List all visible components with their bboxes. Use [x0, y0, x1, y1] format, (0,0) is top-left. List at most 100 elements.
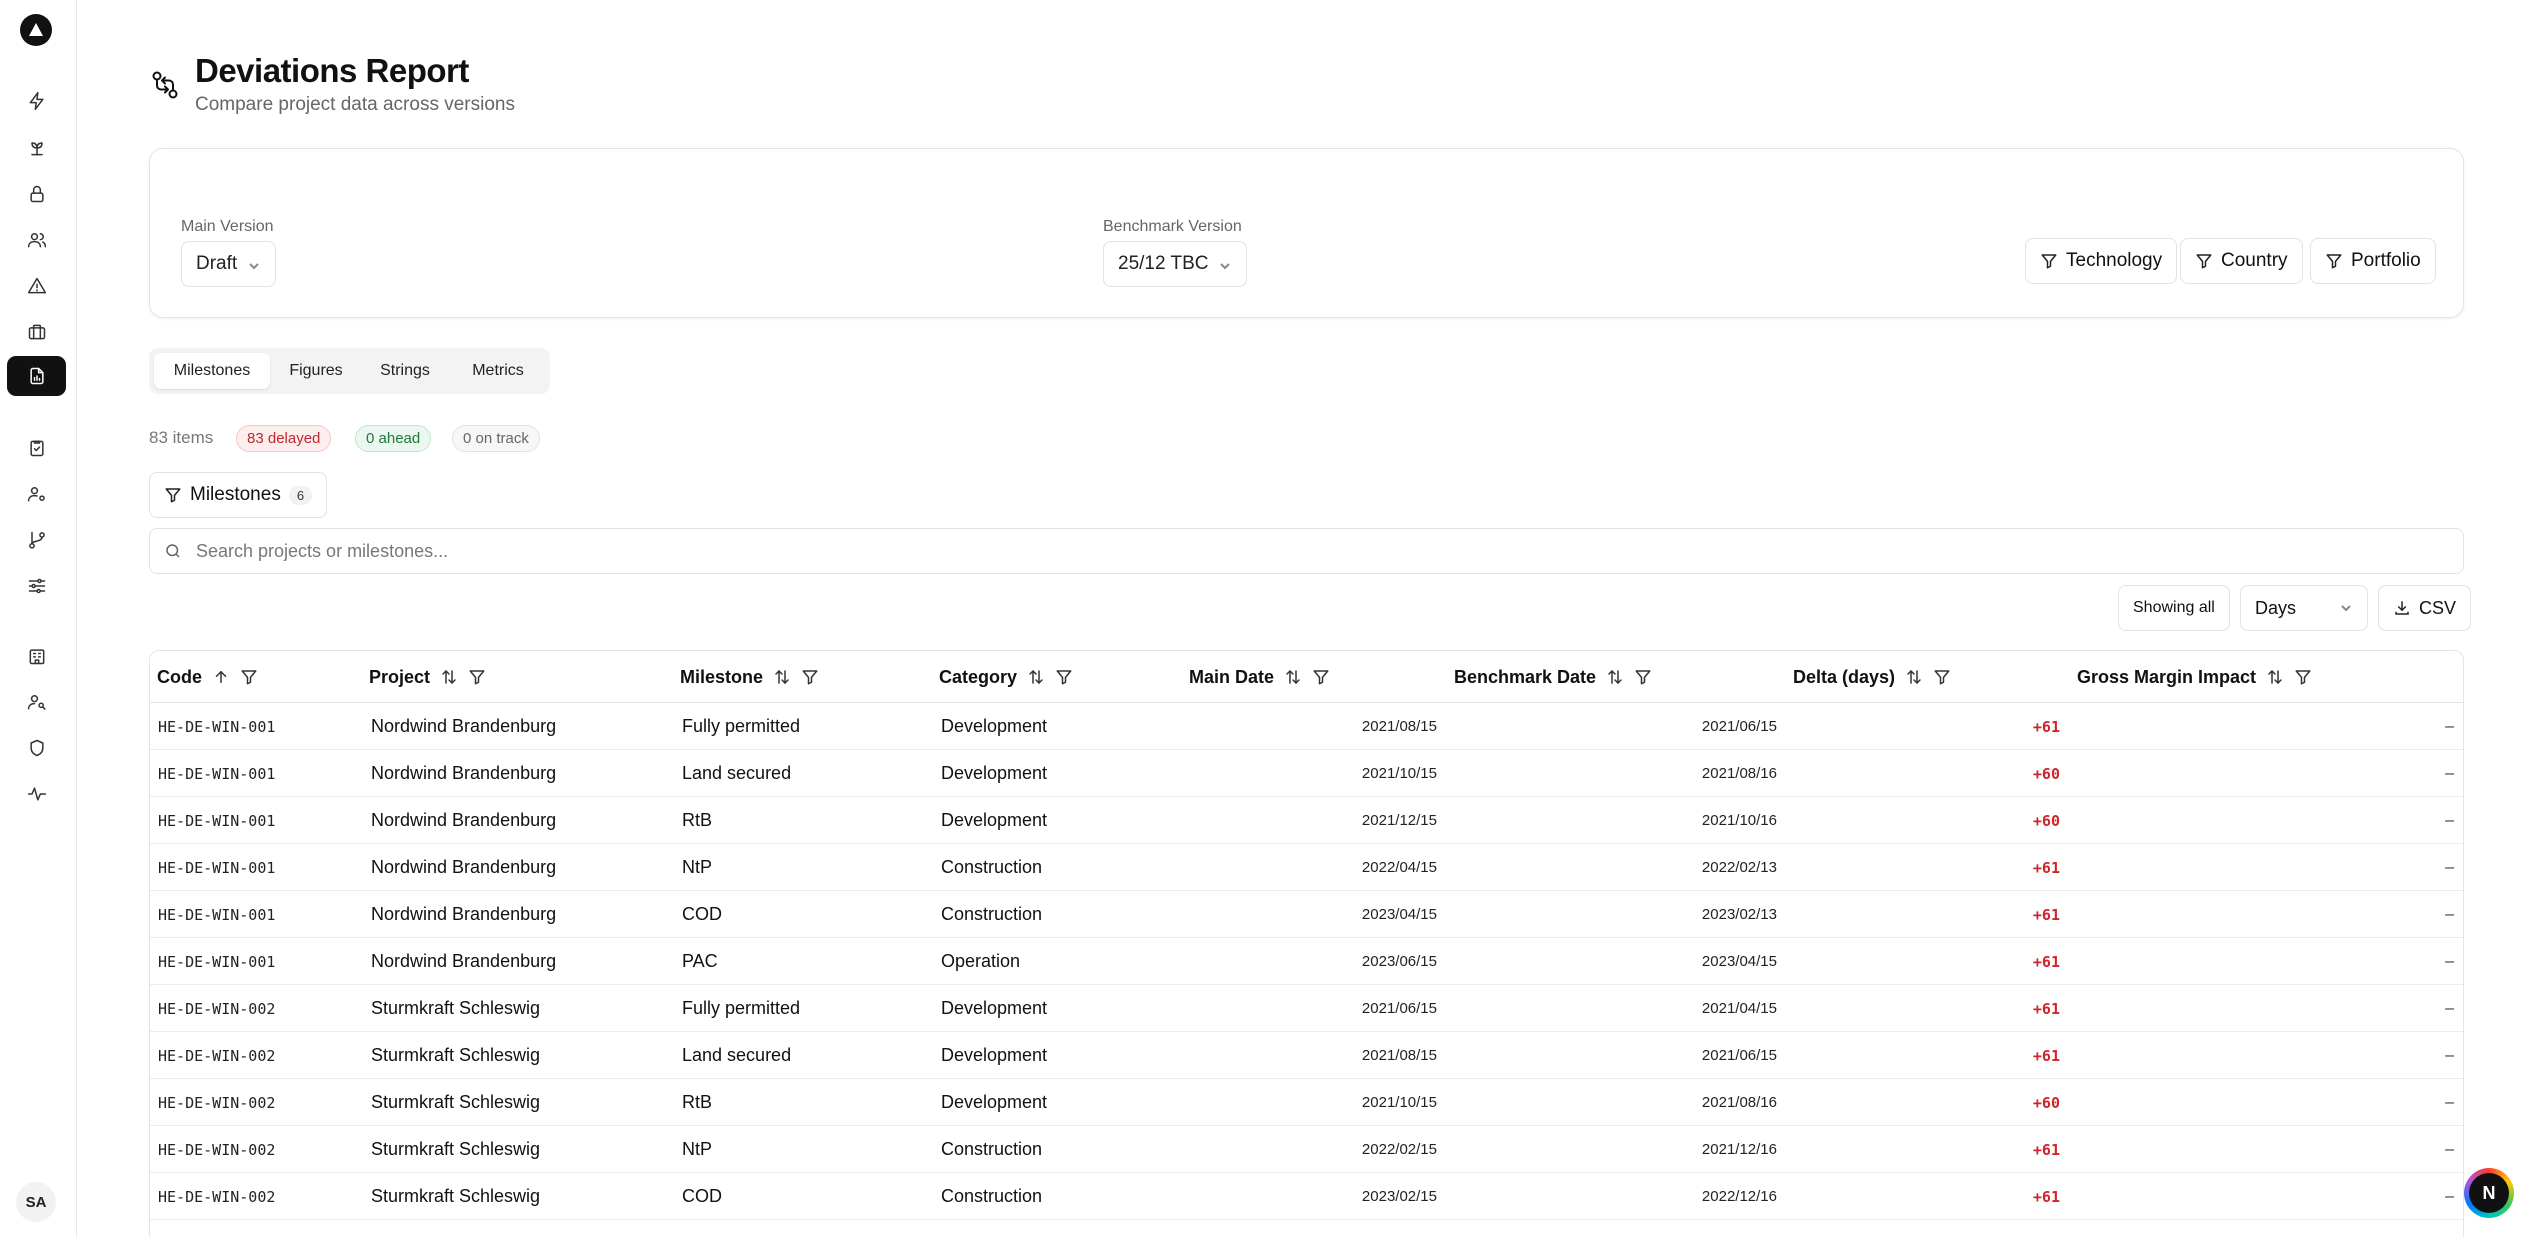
- table-row[interactable]: HE-DE-WIN-002 Sturmkraft Schleswig Fully p…: [150, 985, 2463, 1032]
- sort-icon[interactable]: [1027, 668, 1045, 686]
- cell-delta: +61: [2032, 1140, 2060, 1159]
- cell-category: Development: [941, 763, 1048, 783]
- nav-building-icon[interactable]: [20, 639, 53, 672]
- table-row[interactable]: HE-DE-WIN-001 Nordwind Brandenburg RtB Deve…: [150, 797, 2463, 844]
- sidebar: SA: [0, 0, 77, 1237]
- cell-benchmark-date: 2021/08/16: [1701, 765, 1777, 782]
- filter-icon[interactable]: [1055, 668, 1073, 686]
- nav-sprout-icon[interactable]: [20, 131, 53, 164]
- column-header-benchmark-date[interactable]: Benchmark Date: [1454, 651, 1652, 703]
- nav-lock-icon[interactable]: [20, 177, 53, 210]
- user-avatar[interactable]: SA: [16, 1182, 56, 1222]
- table-row[interactable]: HE-DE-WIN-001 Nordwind Brandenburg COD Cons…: [150, 891, 2463, 938]
- column-header-milestone[interactable]: Milestone: [680, 651, 819, 703]
- nav-users-icon[interactable]: [20, 223, 53, 256]
- items-count: 83 items: [149, 428, 214, 447]
- country-filter-button[interactable]: Country: [2180, 238, 2303, 284]
- sort-asc-icon[interactable]: [212, 668, 230, 686]
- nav-sliders-icon[interactable]: [20, 569, 53, 602]
- version-selector-card: Main Version Draft Benchmark Version 25/…: [149, 148, 2464, 318]
- column-header-project[interactable]: Project: [369, 651, 486, 703]
- nav-clipboard-check-icon[interactable]: [20, 431, 53, 464]
- csv-export-button[interactable]: CSV: [2378, 585, 2472, 631]
- column-header-delta[interactable]: Delta (days): [1793, 651, 1951, 703]
- sort-icon[interactable]: [2266, 668, 2284, 686]
- column-header-category[interactable]: Category: [939, 651, 1073, 703]
- main-version-label: Main Version: [181, 218, 274, 235]
- sort-icon[interactable]: [1606, 668, 1624, 686]
- sort-icon[interactable]: [1284, 668, 1302, 686]
- table-row[interactable]: HE-DE-WIN-002 Sturmkraft Schleswig Land se…: [150, 1032, 2463, 1079]
- filter-icon[interactable]: [468, 668, 486, 686]
- portfolio-filter-button[interactable]: Portfolio: [2310, 238, 2436, 284]
- search-input[interactable]: [196, 540, 2396, 562]
- logo-triangle-icon: [29, 23, 43, 36]
- sort-icon[interactable]: [440, 668, 458, 686]
- cell-milestone: Land secured: [682, 763, 792, 783]
- filter-icon[interactable]: [1634, 668, 1652, 686]
- filter-icon[interactable]: [2294, 668, 2312, 686]
- nav-report-icon[interactable]: [7, 356, 66, 396]
- table-row[interactable]: HE-DE-WIN-002 Sturmkraft Schleswig RtB Deve…: [150, 1079, 2463, 1126]
- cell-gross-margin-impact: –: [2445, 1093, 2454, 1111]
- unit-select[interactable]: Days: [2240, 585, 2368, 631]
- cell-gross-margin-impact: –: [2445, 764, 2454, 782]
- filter-icon[interactable]: [801, 668, 819, 686]
- search-box: [149, 528, 2464, 574]
- filter-icon[interactable]: [1933, 668, 1951, 686]
- sort-icon[interactable]: [773, 668, 791, 686]
- table-row[interactable]: HE-DE-WIN-001 Nordwind Brandenburg Land se…: [150, 750, 2463, 797]
- column-header-code[interactable]: Code: [157, 651, 258, 703]
- nav-git-branch-icon[interactable]: [20, 523, 53, 556]
- cell-gross-margin-impact: –: [2445, 999, 2454, 1017]
- cell-delta: +61: [2032, 905, 2060, 924]
- sort-icon[interactable]: [1905, 668, 1923, 686]
- milestones-filter-label: Milestones: [190, 484, 281, 505]
- portfolio-filter-label: Portfolio: [2351, 250, 2421, 271]
- cell-main-date: 2023/02/15: [1361, 1188, 1437, 1205]
- cell-delta: +61: [2032, 999, 2060, 1018]
- table-row[interactable]: HE-DE-WIN-001 Nordwind Brandenburg PAC Oper…: [150, 938, 2463, 985]
- nav-user-settings-icon[interactable]: [20, 477, 53, 510]
- nav-pulse-icon[interactable]: [20, 777, 53, 810]
- showing-all-button[interactable]: Showing all: [2118, 585, 2230, 631]
- cell-benchmark-date: 2021/12/16: [1701, 1141, 1777, 1158]
- benchmark-version-select[interactable]: 25/12 TBC: [1103, 241, 1248, 287]
- table-row[interactable]: HE-DE-WIN-001 Nordwind Brandenburg NtP Cons…: [150, 844, 2463, 891]
- page-subtitle: Compare project data across versions: [195, 94, 515, 115]
- download-icon: [2395, 601, 2409, 615]
- column-header-main-date[interactable]: Main Date: [1189, 651, 1330, 703]
- cell-milestone: NtP: [682, 857, 713, 877]
- cell-benchmark-date: 2021/08/16: [1701, 1094, 1777, 1111]
- column-header-gross-margin-impact[interactable]: Gross Margin Impact: [2077, 651, 2312, 703]
- filter-icon[interactable]: [240, 668, 258, 686]
- table-row[interactable]: HE-DE-WIN-001 Nordwind Brandenburg Fully p…: [150, 703, 2463, 750]
- nav-shield-icon[interactable]: [20, 731, 53, 764]
- main-version-select[interactable]: Draft: [181, 241, 277, 287]
- app-logo[interactable]: [20, 14, 52, 46]
- table-row[interactable]: HE-DE-WIN-002 Sturmkraft Schleswig NtP Cons…: [150, 1126, 2463, 1173]
- nav-activity-icon[interactable]: [20, 84, 53, 117]
- cell-benchmark-date: 2023/02/13: [1701, 906, 1777, 923]
- cell-delta: +60: [2032, 811, 2060, 830]
- cell-project: Nordwind Brandenburg: [371, 951, 557, 971]
- filter-icon[interactable]: [1312, 668, 1330, 686]
- cell-gross-margin-impact: –: [2445, 717, 2454, 735]
- cell-main-date: 2021/08/15: [1361, 1047, 1437, 1064]
- cell-delta: +61: [2032, 952, 2060, 971]
- nav-warning-icon[interactable]: [20, 269, 53, 302]
- assistant-button[interactable]: N: [2464, 1168, 2514, 1218]
- tab-strings[interactable]: Strings: [361, 353, 449, 389]
- cell-main-date: 2023/04/15: [1361, 906, 1437, 923]
- cell-project: Sturmkraft Schleswig: [371, 1139, 541, 1159]
- nav-user-key-icon[interactable]: [20, 685, 53, 718]
- nav-briefcase-icon[interactable]: [20, 315, 53, 348]
- tab-metrics[interactable]: Metrics: [451, 353, 545, 389]
- technology-filter-button[interactable]: Technology: [2025, 238, 2178, 284]
- search-icon: [166, 544, 180, 558]
- tab-milestones[interactable]: Milestones: [154, 353, 270, 389]
- cell-code: HE-DE-WIN-002: [158, 1046, 276, 1065]
- milestones-filter-button[interactable]: Milestones 6: [149, 472, 328, 518]
- tab-figures[interactable]: Figures: [273, 353, 359, 389]
- table-row[interactable]: HE-DE-WIN-002 Sturmkraft Schleswig COD Cons…: [150, 1173, 2463, 1220]
